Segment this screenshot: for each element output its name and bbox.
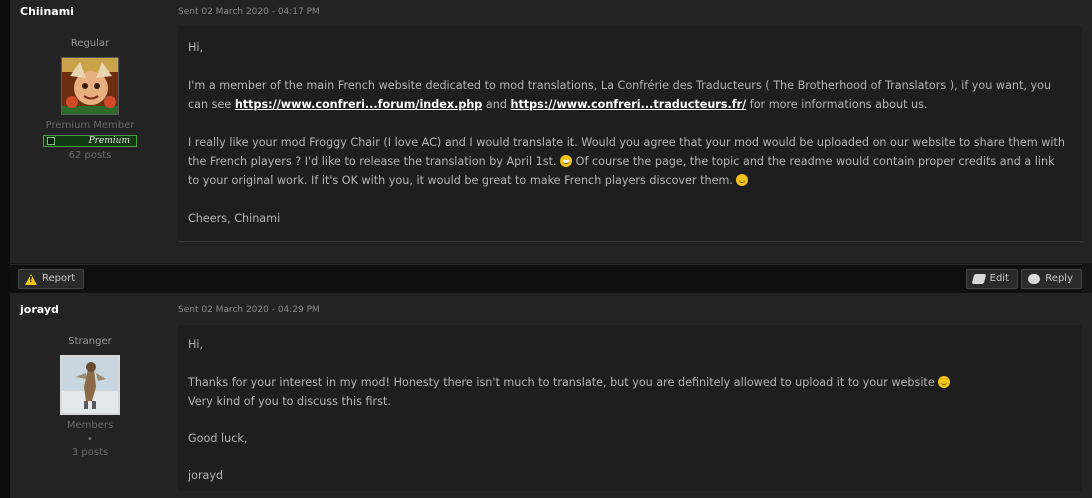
avatar[interactable] — [61, 57, 119, 115]
badge-label: Premium — [88, 136, 130, 146]
member-group: Premium Member — [45, 120, 135, 131]
website-link[interactable]: https://www.confreri...traducteurs.fr/ — [511, 98, 747, 111]
message-text: Very kind of you to discuss this first. — [188, 395, 391, 408]
sent-date: Sent 02 March 2020 - 04:29 PM — [178, 305, 320, 315]
author-info: Stranger Members • 3 posts — [10, 336, 170, 458]
post-actions: Report Edit Reply — [10, 264, 1082, 294]
message-text: Thanks for your interest in my mod! Hone… — [188, 373, 1072, 392]
smile-emoji-icon — [938, 376, 951, 388]
message-text: I'm a member of the main French website … — [188, 79, 1052, 92]
author-name[interactable]: Chiinami — [20, 5, 74, 18]
grin-emoji-icon — [560, 155, 573, 167]
message-text: the French players ? I'd like to release… — [188, 155, 1055, 168]
message-text: to your original work. If it's OK with y… — [188, 171, 1072, 190]
author-info: Regular Premium Member Premium 62 posts — [10, 38, 170, 161]
bullet: • — [87, 434, 93, 445]
message-text: can see https://www.confreri...forum/ind… — [188, 98, 928, 111]
edit-icon — [971, 274, 986, 284]
reply-button[interactable]: Reply — [1021, 269, 1082, 289]
edit-label: Edit — [989, 273, 1009, 284]
member-rank: Stranger — [68, 336, 112, 347]
report-button[interactable]: Report — [18, 269, 85, 289]
warning-icon — [25, 273, 37, 285]
sent-date: Sent 02 March 2020 - 04:17 PM — [178, 7, 320, 17]
message-closing: Cheers, Chinami — [188, 212, 281, 225]
report-label: Report — [42, 273, 76, 284]
message-body: Hi, Thanks for your interest in my mod! … — [178, 325, 1082, 491]
left-border — [0, 0, 10, 498]
message-text: Good luck, — [188, 432, 248, 445]
wink-emoji-icon — [736, 174, 749, 186]
message-post: jorayd Sent 02 March 2020 - 04:29 PM Str… — [10, 293, 1092, 498]
forum-link[interactable]: https://www.confreri...forum/index.php — [235, 98, 483, 111]
member-group: Members — [66, 420, 114, 431]
edit-button[interactable]: Edit — [965, 269, 1018, 289]
message-body: Hi, I'm a member of the main French webs… — [178, 26, 1082, 242]
message-signoff: jorayd — [188, 469, 224, 482]
avatar[interactable] — [60, 355, 120, 415]
reply-label: Reply — [1045, 273, 1073, 284]
message-post: Chiinami Sent 02 March 2020 - 04:17 PM R… — [10, 0, 1092, 263]
post-count: 62 posts — [68, 150, 112, 161]
post-count: 3 posts — [71, 447, 109, 458]
message-greeting: Hi, — [188, 338, 204, 351]
member-rank: Regular — [70, 38, 110, 49]
conversation-view: Chiinami Sent 02 March 2020 - 04:17 PM R… — [0, 0, 1092, 498]
premium-badge: Premium — [43, 135, 137, 147]
reply-icon — [1028, 274, 1041, 284]
message-text: I really like your mod Froggy Chair (I l… — [188, 136, 1065, 149]
message-greeting: Hi, — [188, 41, 204, 54]
badge-icon — [47, 137, 55, 145]
author-name[interactable]: jorayd — [20, 303, 59, 316]
